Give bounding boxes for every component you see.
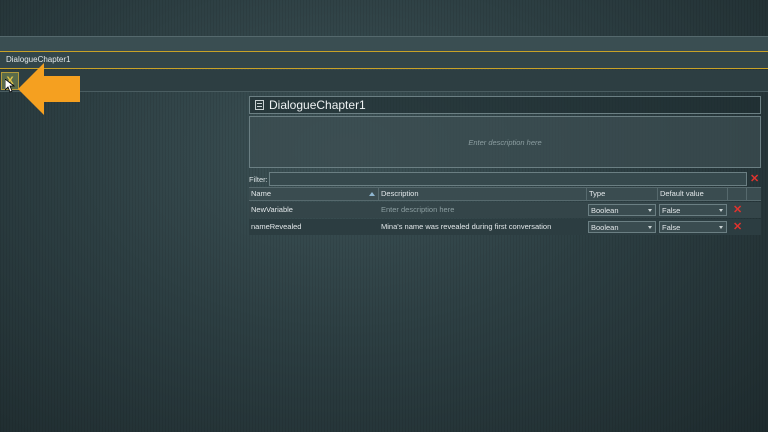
variable-description-cell[interactable]: Enter description here [379,204,587,216]
toolbar: X [0,70,768,92]
top-bar [0,36,768,52]
chevron-down-icon [648,226,652,229]
table-row[interactable]: nameRevealed Mina's name was revealed du… [249,219,761,235]
default-value-dropdown-value: False [662,206,681,215]
default-value-dropdown-value: False [662,223,681,232]
table-row[interactable]: NewVariable Enter description here Boole… [249,202,761,218]
variable-name-cell[interactable]: nameRevealed [249,221,379,233]
variable-set-title: DialogueChapter1 [269,98,366,112]
column-header-actions [728,188,747,200]
description-placeholder: Enter description here [468,138,542,147]
sort-ascending-icon [369,192,375,196]
filter-label: Filter: [249,175,268,184]
variable-description-cell[interactable]: Mina's name was revealed during first co… [379,221,587,233]
default-value-dropdown[interactable]: False [659,204,727,216]
type-dropdown-value: Boolean [591,206,619,215]
column-header-description[interactable]: Description [379,188,587,200]
description-textarea[interactable]: Enter description here [249,116,761,168]
column-header-default-value[interactable]: Default value [658,188,728,200]
delete-variable-icon[interactable]: ✕ [733,205,742,216]
arrow-annotation-icon [18,63,80,115]
column-header-type[interactable]: Type [587,188,658,200]
chevron-down-icon [719,209,723,212]
filter-input[interactable] [269,172,747,186]
table-header: Name Description Type Default value [249,187,761,201]
document-tab-bar: DialogueChapter1 [0,52,768,69]
variable-name-cell[interactable]: NewVariable [249,204,379,216]
type-dropdown[interactable]: Boolean [588,204,656,216]
column-header-name-label: Name [251,189,272,198]
variable-set-title-bar: DialogueChapter1 [249,96,761,114]
mouse-cursor-icon [5,79,15,93]
delete-variable-icon[interactable]: ✕ [733,222,742,233]
column-header-name[interactable]: Name [249,188,379,200]
default-value-dropdown[interactable]: False [659,221,727,233]
chevron-down-icon [648,209,652,212]
document-icon [255,100,264,110]
clear-filter-icon[interactable]: ✕ [750,174,759,185]
chevron-down-icon [719,226,723,229]
type-dropdown-value: Boolean [591,223,619,232]
type-dropdown[interactable]: Boolean [588,221,656,233]
